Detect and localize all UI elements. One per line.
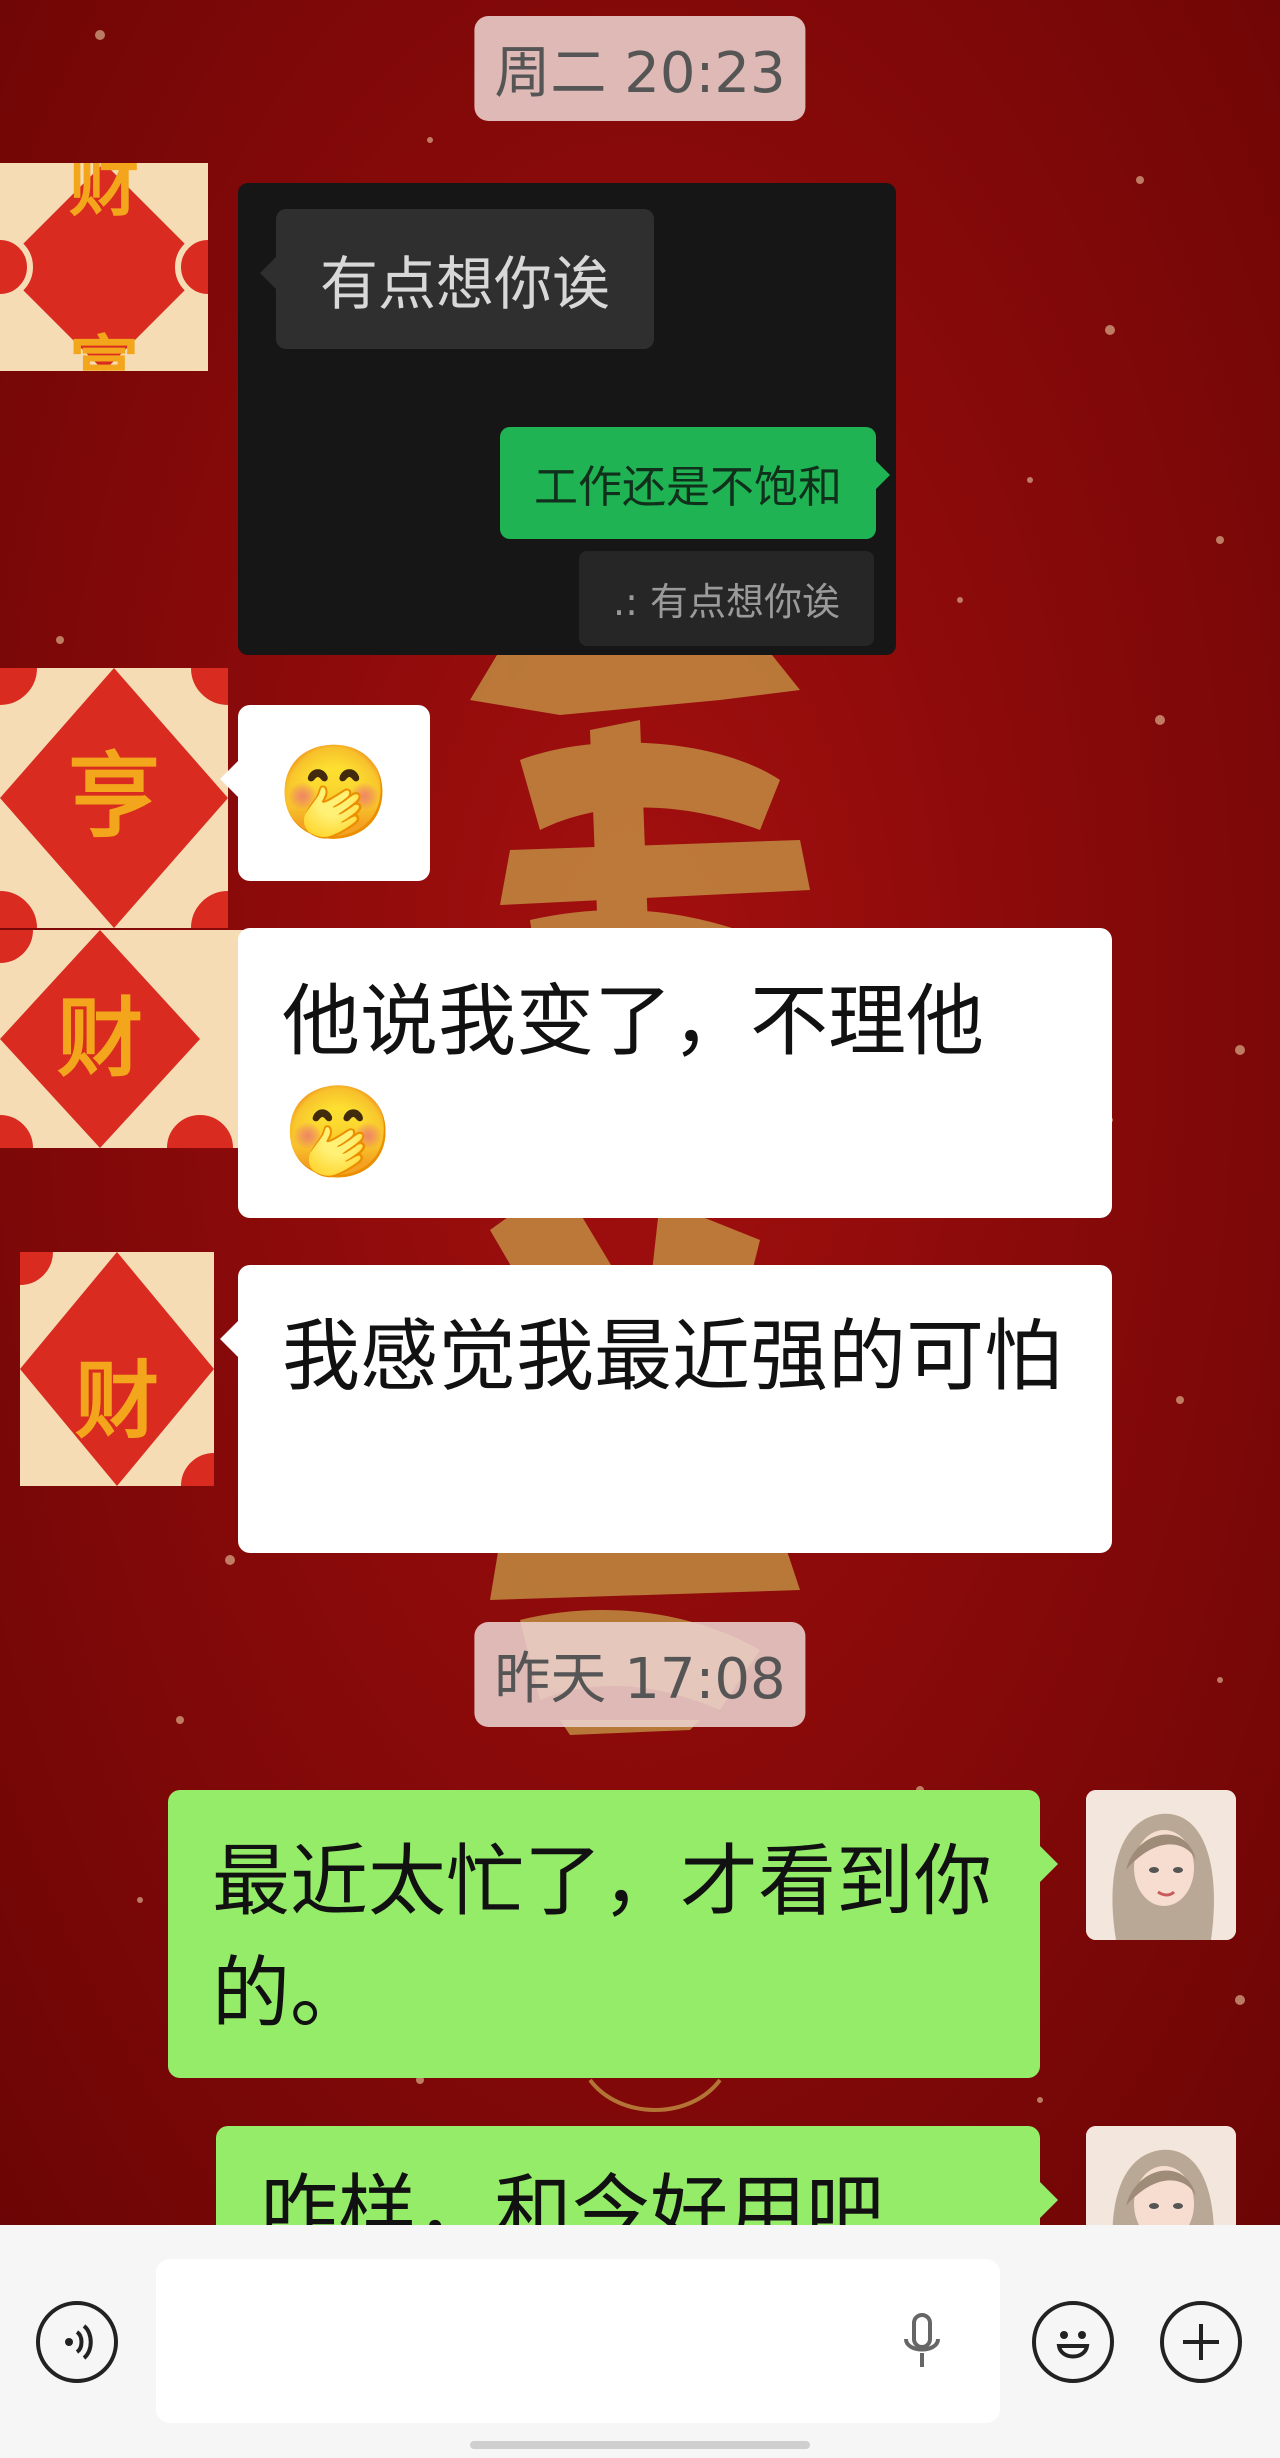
more-button[interactable] xyxy=(1160,2301,1242,2383)
home-indicator xyxy=(470,2441,810,2449)
user-avatar[interactable] xyxy=(1086,1790,1236,1940)
message-text: 咋样，和今好用吧 xyxy=(260,2167,885,2225)
emoji-icon xyxy=(1056,2331,1090,2359)
hand-over-mouth-emoji: 🤭 xyxy=(276,739,392,846)
hand-over-mouth-emoji: 🤭 xyxy=(282,1080,395,1185)
image-message[interactable]: 有点想你诶 工作还是不饱和 .: 有点想你诶 xyxy=(238,183,896,655)
chat-area[interactable]: 周二 20:23 财 富 亨 财 财 有点想你诶 工作还是不饱和 .: 有点想你… xyxy=(0,0,1280,2225)
plus-icon xyxy=(1183,2324,1219,2360)
message-text: 他说我变了，不理他 xyxy=(282,977,985,1067)
message-text: 我感觉我最近强的可怕 xyxy=(282,1312,1063,1402)
svg-text:财: 财 xyxy=(75,1352,159,1450)
message-bubble[interactable]: 他说我变了，不理他 🤭 xyxy=(238,928,1112,1218)
svg-text:财: 财 xyxy=(69,163,139,226)
timestamp-divider: 周二 20:23 xyxy=(474,16,806,121)
emoji-button[interactable] xyxy=(1032,2301,1114,2383)
screenshot-incoming-bubble: 有点想你诶 xyxy=(259,209,655,349)
message-bubble-outgoing[interactable]: 咋样，和今好用吧 xyxy=(216,2126,1058,2225)
user-avatar[interactable] xyxy=(1086,2126,1236,2225)
screenshot-quote-reply: .: 有点想你诶 xyxy=(579,551,874,646)
input-bar xyxy=(0,2225,1280,2458)
message-input[interactable] xyxy=(156,2259,1000,2423)
message-text: 最近太忙了，才看到你的。 xyxy=(212,1837,993,2039)
screenshot-outgoing-bubble: 工作还是不饱和 xyxy=(500,427,890,539)
svg-text:亨: 亨 xyxy=(68,743,160,850)
sender-avatar[interactable]: 财 富 xyxy=(0,163,208,371)
timestamp-divider: 昨天 17:08 xyxy=(474,1622,806,1727)
message-bubble[interactable]: 🤭 xyxy=(220,705,430,881)
svg-text:富: 富 xyxy=(69,328,139,371)
sender-avatar[interactable]: 亨 xyxy=(0,668,228,928)
microphone-icon[interactable] xyxy=(902,2313,942,2371)
sender-avatar[interactable]: 财 xyxy=(0,930,252,1148)
voice-mode-button[interactable] xyxy=(36,2301,118,2383)
message-bubble-outgoing[interactable]: 最近太忙了，才看到你的。 xyxy=(168,1790,1058,2078)
sender-avatar[interactable]: 财 xyxy=(20,1252,214,1486)
message-bubble[interactable]: 我感觉我最近强的可怕 xyxy=(220,1265,1112,1553)
svg-text:财: 财 xyxy=(57,989,143,1089)
voice-mode-icon xyxy=(65,2324,93,2360)
